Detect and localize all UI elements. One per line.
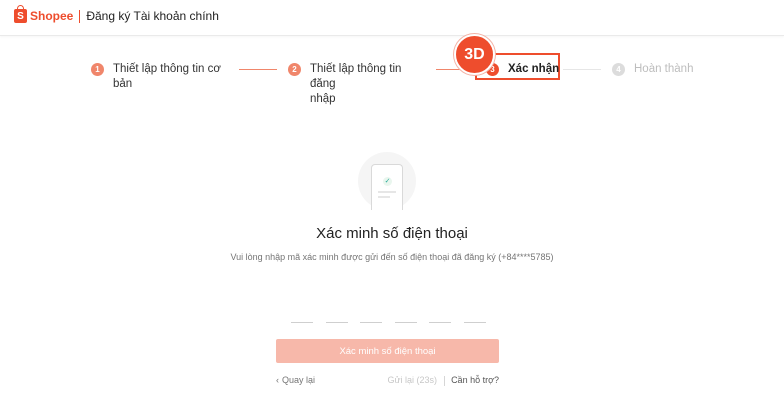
otp-digit-2[interactable] <box>325 310 348 323</box>
otp-digit-1[interactable] <box>291 310 313 323</box>
back-link[interactable]: ‹ Quay lại <box>276 375 315 385</box>
shopee-logo[interactable]: S Shopee Đăng ký Tài khoản chính <box>14 5 219 23</box>
shopee-bag-icon: S <box>14 5 27 23</box>
brand-name: Shopee <box>30 9 74 23</box>
logo-divider <box>79 9 81 23</box>
annotation-badge: 3D <box>454 34 495 75</box>
step-1: 1 Thiết lập thông tin cơ bản <box>91 62 221 92</box>
otp-digit-3[interactable] <box>360 310 382 323</box>
verify-phone-button[interactable]: Xác minh số điện thoại <box>276 339 499 363</box>
help-link[interactable]: Cần hỗ trợ? <box>451 375 499 385</box>
text-line <box>378 196 390 198</box>
step-3-label: Xác nhận <box>508 63 560 75</box>
step-3: 3 Xác nhận <box>486 62 559 77</box>
otp-digit-4[interactable] <box>394 310 417 323</box>
chevron-left-icon: ‹ <box>276 375 279 385</box>
resend-code-link[interactable]: Gửi lại (23s) <box>387 375 437 385</box>
step-4: 4 Hoàn thành <box>612 62 693 77</box>
step-1-number: 1 <box>91 63 104 76</box>
phone-illustration: ✓ <box>371 164 403 210</box>
step-4-number: 4 <box>612 63 625 76</box>
step-connector-3 <box>563 69 601 70</box>
step-2-label: Thiết lập thông tin đăng nhập <box>310 63 402 105</box>
phone-verification-icon: ✓ <box>358 152 416 210</box>
step-2: 2 Thiết lập thông tin đăng nhập <box>288 62 428 107</box>
step-1-label: Thiết lập thông tin cơ bản <box>113 63 221 90</box>
otp-input-group <box>291 310 498 323</box>
step-4-label: Hoàn thành <box>634 63 694 75</box>
step-connector-1 <box>239 69 277 70</box>
text-line <box>378 191 396 193</box>
verify-title: Xác minh số điện thoại <box>316 225 468 242</box>
header: S Shopee Đăng ký Tài khoản chính <box>0 0 784 36</box>
otp-digit-6[interactable] <box>463 310 486 323</box>
otp-digit-5[interactable] <box>429 310 451 323</box>
verify-subtitle: Vui lòng nhập mã xác minh được gửi đến s… <box>230 252 554 262</box>
verify-footer: ‹ Quay lại Gửi lại (23s) Cần hỗ trợ? <box>276 375 499 389</box>
step-2-number: 2 <box>288 63 301 76</box>
back-label: Quay lại <box>282 375 316 385</box>
check-icon: ✓ <box>383 177 392 186</box>
footer-divider <box>444 376 445 386</box>
page-title: Đăng ký Tài khoản chính <box>86 9 219 23</box>
